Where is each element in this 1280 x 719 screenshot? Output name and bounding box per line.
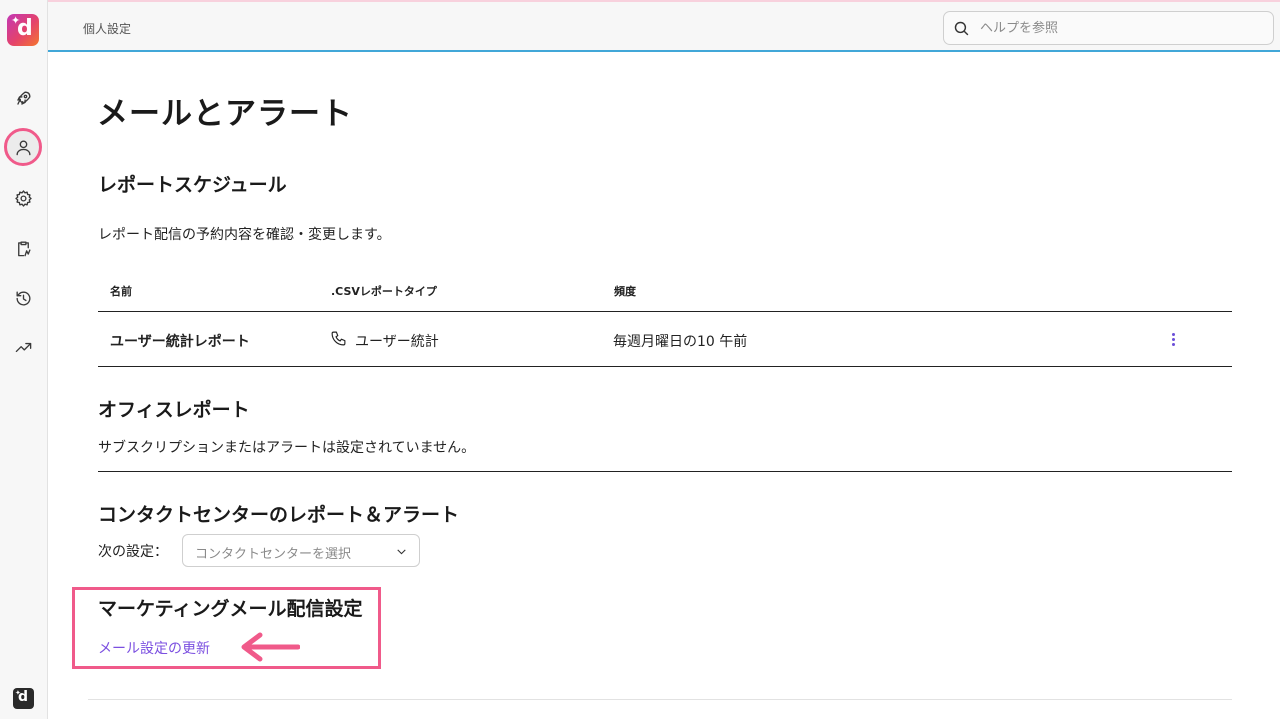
rail-item-personal[interactable] xyxy=(4,128,42,166)
contact-center-label: 次の設定： xyxy=(98,544,168,560)
history-icon xyxy=(15,290,30,306)
contact-center-select[interactable]: コンタクトセンターを選択 xyxy=(182,534,420,567)
search-input[interactable] xyxy=(980,18,1260,38)
office-report-heading: オフィスレポート xyxy=(98,399,250,421)
report-schedule-heading: レポートスケジュール xyxy=(98,174,287,196)
rail-item-analytics[interactable] xyxy=(4,328,42,366)
phone-icon xyxy=(330,330,347,347)
row-more-menu-icon[interactable] xyxy=(1165,330,1181,350)
contact-center-heading: コンタクトセンターのレポート＆アラート xyxy=(98,504,460,526)
report-frequency: 毎週月曜日の10 午前 xyxy=(613,334,748,350)
rail-item-settings[interactable] xyxy=(4,179,42,217)
column-header-type: .CSVレポートタイプ xyxy=(331,285,437,298)
search-icon xyxy=(954,21,969,36)
report-type: ユーザー統計 xyxy=(355,334,439,350)
marketing-heading: マーケティングメール配信設定 xyxy=(98,598,363,620)
rail-item-clipboard[interactable] xyxy=(4,229,42,267)
bottom-divider xyxy=(88,699,1232,700)
page-title: メールとアラート xyxy=(97,96,353,132)
trending-up-icon xyxy=(15,342,31,352)
app-switcher-icon[interactable]: ✦ d xyxy=(13,688,34,709)
table-header-divider xyxy=(98,311,1232,312)
gear-icon xyxy=(14,189,32,207)
rocket-icon xyxy=(16,90,31,105)
clipboard-icon xyxy=(17,240,31,256)
office-report-divider xyxy=(98,471,1232,472)
app-logo[interactable]: ✦ d xyxy=(7,14,39,46)
report-name: ユーザー統計レポート xyxy=(110,334,250,350)
main-content: メールとアラート レポートスケジュール レポート配信の予約内容を確認・変更します… xyxy=(48,52,1280,719)
annotation-arrow-icon xyxy=(241,632,300,662)
report-schedule-description: レポート配信の予約内容を確認・変更します。 xyxy=(98,227,391,243)
update-email-settings-link[interactable]: メール設定の更新 xyxy=(98,638,210,658)
breadcrumb[interactable]: 個人設定 xyxy=(83,20,131,37)
office-report-message: サブスクリプションまたはアラートは設定されていません。 xyxy=(98,440,476,456)
column-header-name: 名前 xyxy=(110,285,132,298)
left-rail: ✦ d ✦ d xyxy=(0,0,48,719)
select-placeholder: コンタクトセンターを選択 xyxy=(195,547,352,562)
top-bar: 個人設定 xyxy=(48,0,1280,52)
rail-item-getting-started[interactable] xyxy=(4,79,42,117)
column-header-frequency: 頻度 xyxy=(614,285,636,298)
chevron-down-icon xyxy=(397,549,406,555)
user-icon xyxy=(15,139,31,155)
table-bottom-divider xyxy=(98,366,1232,367)
help-search[interactable] xyxy=(943,11,1274,45)
rail-item-history[interactable] xyxy=(4,279,42,317)
logo-letter: d xyxy=(17,16,33,41)
